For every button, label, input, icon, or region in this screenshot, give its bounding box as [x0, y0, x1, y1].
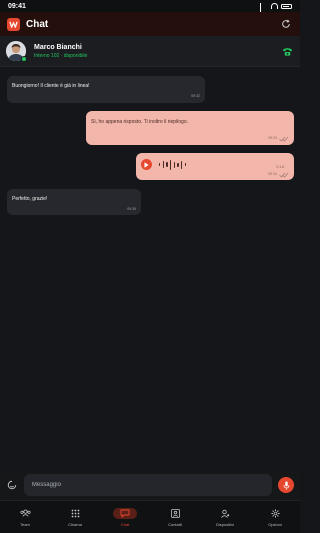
- read-receipt-icon: [279, 172, 289, 178]
- chat-screen: 09:41 Chat Marco Bianchi Interno 102 · d…: [0, 0, 300, 533]
- app-logo: [7, 17, 20, 31]
- message-text: Perfetto, grazie!: [12, 196, 48, 202]
- phone-call-icon[interactable]: [280, 44, 294, 58]
- message-input[interactable]: [23, 474, 273, 496]
- chat-icon: [113, 507, 137, 519]
- wifi-icon: [271, 3, 278, 9]
- tab-label: Contatti: [168, 521, 182, 527]
- tab-label: Dispositivi: [215, 521, 234, 527]
- refresh-icon[interactable]: [279, 17, 293, 31]
- avatar: [6, 41, 27, 62]
- message-incoming[interactable]: Buongiorno! Il cliente è già in linea! 0…: [7, 76, 205, 103]
- tab-opzioni[interactable]: Opzioni: [250, 508, 300, 527]
- tab-team[interactable]: Team: [0, 508, 50, 527]
- message-text: Sì, ho appena risposto. Ti inoltro il ri…: [91, 119, 188, 125]
- signal-icon: [260, 3, 268, 20]
- contact-info: Marco Bianchi Interno 102 · disponibile: [34, 43, 87, 60]
- message-time: 09:32: [191, 94, 200, 98]
- app-bar: Chat: [0, 12, 300, 36]
- tab-dispositivi[interactable]: Dispositivi: [200, 508, 250, 527]
- message-time: 09:35: [127, 207, 136, 211]
- message-incoming[interactable]: Perfetto, grazie! 09:35: [7, 189, 141, 215]
- tab-chat[interactable]: Chat: [100, 507, 150, 527]
- status-time: 09:41: [8, 2, 26, 10]
- contact-header[interactable]: Marco Bianchi Interno 102 · disponibile: [0, 36, 300, 67]
- tab-contatti[interactable]: Contatti: [150, 508, 200, 527]
- battery-icon: [281, 3, 292, 9]
- contacts-icon: [165, 508, 185, 519]
- online-indicator: [21, 56, 27, 62]
- tab-chiama[interactable]: Chiama: [50, 508, 100, 527]
- voice-duration: 0:18: [276, 164, 284, 169]
- tab-label: Chiama: [68, 521, 82, 527]
- app-title: Chat: [26, 18, 49, 30]
- tab-label: Team: [20, 521, 30, 527]
- status-bar: 09:41: [0, 0, 300, 20]
- contact-name: Marco Bianchi: [34, 43, 82, 51]
- gear-icon: [265, 508, 285, 519]
- message-time: 09:33: [268, 136, 277, 140]
- message-text: Buongiorno! Il cliente è già in linea!: [12, 83, 90, 89]
- contact-status: Interno 102 · disponibile: [34, 52, 88, 59]
- message-outgoing[interactable]: Sì, ho appena risposto. Ti inoltro il ri…: [86, 111, 294, 145]
- status-icons: [260, 3, 292, 20]
- voice-message[interactable]: 0:18 09:34: [136, 153, 294, 180]
- message-composer: [0, 470, 300, 500]
- play-icon[interactable]: [141, 159, 152, 170]
- mic-button[interactable]: [278, 477, 294, 493]
- read-receipt-icon: [279, 136, 289, 142]
- tab-label: Chat: [120, 521, 130, 527]
- tab-label: Opzioni: [268, 521, 282, 527]
- dialpad-icon: [65, 508, 85, 519]
- team-icon: [15, 508, 35, 519]
- message-time: 09:34: [268, 172, 277, 176]
- emoji-icon[interactable]: [6, 479, 18, 491]
- bottom-tab-bar: Team Chiama Chat Contatti Dispositivi Op…: [0, 500, 300, 533]
- devices-icon: [215, 508, 235, 519]
- voice-waveform[interactable]: [159, 159, 186, 170]
